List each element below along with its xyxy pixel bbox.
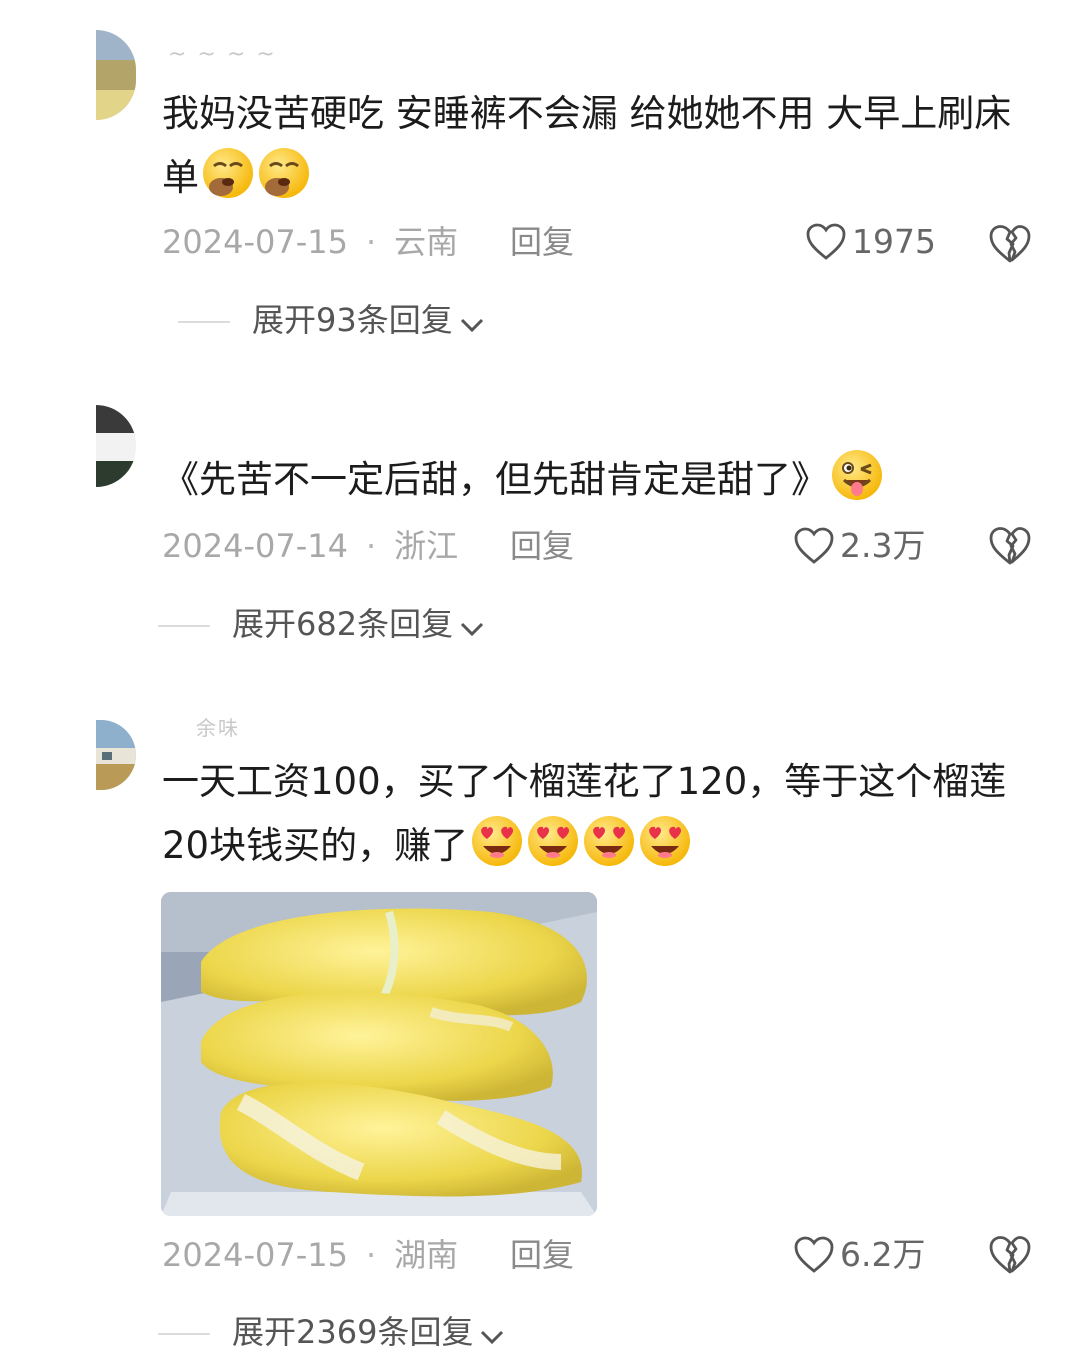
- comment-text: 一天工资100，买了个榴莲花了120，等于这个榴莲20块钱买的，赚了: [162, 750, 1032, 878]
- like-button[interactable]: 1975: [806, 220, 936, 264]
- reply-button[interactable]: 回复: [510, 220, 574, 264]
- meta-separator: ·: [365, 223, 377, 261]
- username-cut[interactable]: ~ ~ ~ ~: [168, 42, 277, 67]
- like-count: 6.2万: [840, 1235, 926, 1274]
- heart-eyes-emoji: [528, 816, 579, 866]
- comment-text: 《先苦不一定后甜，但先甜肯定是甜了》: [162, 448, 1032, 512]
- like-count: 2.3万: [840, 526, 926, 565]
- comment-date: 2024-07-15: [162, 1236, 348, 1274]
- avatar[interactable]: [96, 405, 136, 487]
- expand-divider: [158, 625, 210, 627]
- heart-eyes-emoji: [640, 816, 691, 866]
- comment-location: 浙江: [394, 527, 459, 565]
- comment-body: 《先苦不一定后甜，但先甜肯定是甜了》: [162, 458, 828, 501]
- expand-replies[interactable]: 展开2369条回复: [158, 1310, 505, 1354]
- chevron-down-icon: [461, 622, 484, 637]
- chevron-down-icon: [460, 318, 483, 333]
- meta-separator: ·: [365, 1236, 377, 1274]
- comment-text: 我妈没苦硬吃 安睡裤不会漏 给她她不用 大早上刷床单: [162, 82, 1032, 210]
- comment-date: 2024-07-15: [162, 223, 348, 261]
- expand-replies[interactable]: 展开93条回复: [178, 298, 485, 342]
- comment-meta: 2024-07-14 · 浙江 回复: [162, 524, 574, 568]
- yawn-emoji: [203, 148, 253, 198]
- like-count: 1975: [852, 222, 936, 261]
- expand-label: 展开93条回复: [252, 301, 453, 339]
- broken-heart-icon[interactable]: [988, 524, 1032, 568]
- heart-outline-icon: [794, 1236, 834, 1273]
- comment-meta: 2024-07-15 · 云南 回复: [162, 220, 574, 264]
- comment-location: 云南: [394, 223, 459, 261]
- expand-label: 展开682条回复: [232, 605, 454, 643]
- comment-date: 2024-07-14: [162, 527, 348, 565]
- comment-meta: 2024-07-15 · 湖南 回复: [162, 1233, 574, 1277]
- comment-location: 湖南: [394, 1236, 459, 1274]
- reply-button[interactable]: 回复: [510, 524, 574, 568]
- broken-heart-icon[interactable]: [988, 1233, 1032, 1277]
- username[interactable]: 余味: [196, 712, 240, 741]
- heart-outline-icon: [806, 223, 846, 260]
- meta-separator: ·: [365, 527, 377, 565]
- broken-heart-icon[interactable]: [988, 222, 1032, 266]
- heart-eyes-emoji: [584, 816, 635, 866]
- yawn-emoji: [259, 148, 309, 198]
- avatar[interactable]: [96, 30, 136, 120]
- chevron-down-icon: [481, 1330, 504, 1345]
- expand-divider: [178, 321, 230, 323]
- wink-tongue-emoji: [832, 450, 882, 500]
- heart-outline-icon: [794, 527, 834, 564]
- like-button[interactable]: 2.3万: [794, 524, 925, 568]
- like-button[interactable]: 6.2万: [794, 1233, 925, 1277]
- heart-eyes-emoji: [472, 816, 523, 866]
- expand-label: 展开2369条回复: [232, 1313, 474, 1351]
- avatar[interactable]: [96, 720, 136, 790]
- expand-divider: [158, 1333, 210, 1335]
- durian-photo[interactable]: [161, 892, 597, 1216]
- expand-replies[interactable]: 展开682条回复: [158, 602, 485, 646]
- reply-button[interactable]: 回复: [510, 1233, 574, 1277]
